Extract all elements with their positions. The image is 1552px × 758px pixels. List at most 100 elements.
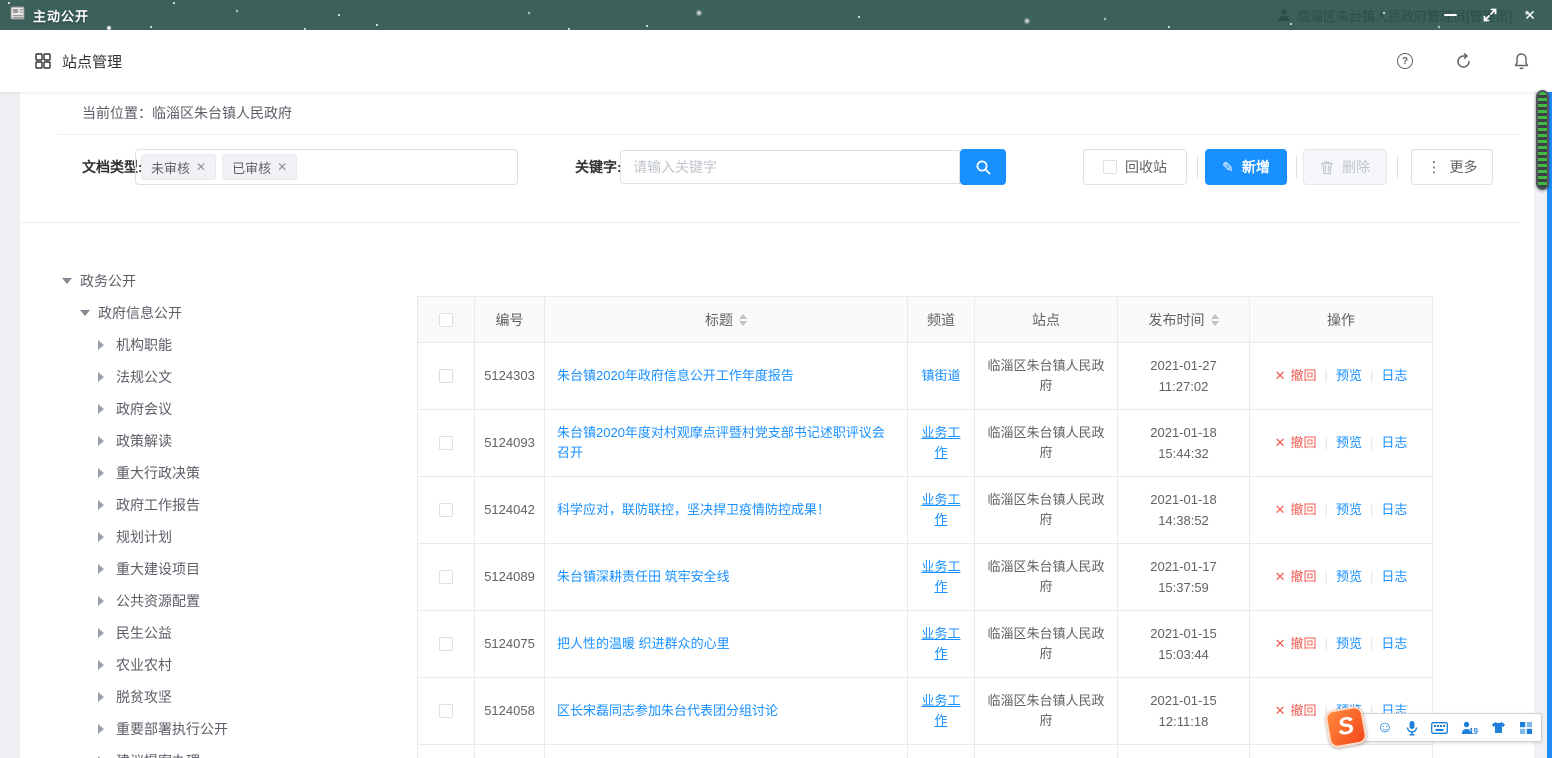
recycle-checkbox[interactable]	[1103, 160, 1117, 174]
delete-button[interactable]: 删除	[1303, 149, 1387, 185]
caret-down-icon[interactable]	[80, 310, 98, 316]
preview-action[interactable]: 预览	[1336, 634, 1362, 654]
log-action[interactable]: 日志	[1381, 500, 1407, 520]
log-action[interactable]: 日志	[1381, 634, 1407, 654]
more-label: 更多	[1450, 157, 1478, 177]
row-checkbox[interactable]	[439, 637, 453, 651]
tree-item-农业农村[interactable]: 农业农村	[62, 649, 402, 681]
doc-title-link[interactable]: 朱台镇深耕责任田 筑牢安全线	[557, 567, 730, 587]
doc-title-link[interactable]: 朱台镇2020年政府信息公开工作年度报告	[557, 366, 794, 386]
help-icon[interactable]: ?	[1396, 52, 1414, 70]
ime-keyboard-icon[interactable]	[1431, 718, 1448, 738]
ime-emoji-icon[interactable]: ☺	[1377, 718, 1393, 738]
caret-right-icon[interactable]	[98, 340, 116, 350]
caret-right-icon[interactable]	[98, 660, 116, 670]
tree-item-机构职能[interactable]: 机构职能	[62, 329, 402, 361]
recall-action[interactable]: ✕撤回	[1275, 567, 1317, 587]
tree-item-重大行政决策[interactable]: 重大行政决策	[62, 457, 402, 489]
caret-right-icon[interactable]	[98, 468, 116, 478]
caret-right-icon[interactable]	[98, 500, 116, 510]
close-button[interactable]: ✕	[1522, 7, 1538, 23]
ime-voice-icon[interactable]	[1406, 718, 1418, 738]
caret-right-icon[interactable]	[98, 404, 116, 414]
sort-icon[interactable]	[1211, 314, 1219, 326]
recall-action[interactable]: ✕撤回	[1275, 500, 1317, 520]
log-action[interactable]: 日志	[1381, 433, 1407, 453]
tree-item-建议提案办理[interactable]: 建议提案办理	[62, 745, 402, 758]
caret-right-icon[interactable]	[98, 724, 116, 734]
ime-account-icon[interactable]: 19	[1461, 718, 1478, 738]
doc-title-link[interactable]: 区长宋磊同志参加朱台代表团分组讨论	[557, 701, 778, 721]
row-checkbox[interactable]	[439, 503, 453, 517]
recall-action[interactable]: ✕撤回	[1275, 366, 1317, 386]
action-separator: |	[1370, 567, 1373, 587]
channel-link[interactable]: 业务工作	[916, 423, 966, 463]
log-action[interactable]: 日志	[1381, 366, 1407, 386]
more-button[interactable]: ⋮ 更多	[1411, 149, 1493, 185]
caret-right-icon[interactable]	[98, 596, 116, 606]
sogou-logo-icon[interactable]: S	[1324, 705, 1368, 749]
tree-item-政务公开[interactable]: 政务公开	[62, 265, 402, 297]
refresh-icon[interactable]	[1454, 52, 1472, 70]
recall-action[interactable]: ✕撤回	[1275, 634, 1317, 654]
row-checkbox[interactable]	[439, 436, 453, 450]
search-button[interactable]	[960, 149, 1006, 185]
tree-item-重要部署执行公开[interactable]: 重要部署执行公开	[62, 713, 402, 745]
recall-action[interactable]: ✕撤回	[1275, 701, 1317, 721]
doc-title-link[interactable]: 把人性的温暖 织进群众的心里	[557, 634, 730, 654]
tree-item-政府会议[interactable]: 政府会议	[62, 393, 402, 425]
page-scrollbar[interactable]	[1547, 88, 1552, 758]
tree-item-政府工作报告[interactable]: 政府工作报告	[62, 489, 402, 521]
caret-down-icon[interactable]	[62, 278, 80, 284]
notification-bell-icon[interactable]	[1512, 52, 1530, 70]
scrollbar-thumb[interactable]	[1536, 90, 1549, 190]
channel-link[interactable]: 镇街道	[921, 366, 960, 386]
recall-action[interactable]: ✕撤回	[1275, 433, 1317, 453]
channel-link[interactable]: 业务工作	[916, 557, 966, 597]
tree-item-规划计划[interactable]: 规划计划	[62, 521, 402, 553]
row-checkbox[interactable]	[439, 704, 453, 718]
select-all-checkbox[interactable]	[439, 313, 453, 327]
row-checkbox[interactable]	[439, 369, 453, 383]
minimize-button[interactable]	[1442, 7, 1458, 23]
preview-action[interactable]: 预览	[1336, 433, 1362, 453]
ime-skin-icon[interactable]	[1491, 718, 1506, 738]
caret-right-icon[interactable]	[98, 692, 116, 702]
scrollbar-track[interactable]	[1534, 92, 1548, 758]
doc-type-tag[interactable]: 未审核✕	[141, 154, 216, 180]
preview-action[interactable]: 预览	[1336, 567, 1362, 587]
caret-right-icon[interactable]	[98, 628, 116, 638]
log-action[interactable]: 日志	[1381, 567, 1407, 587]
tag-remove-icon[interactable]: ✕	[196, 161, 206, 173]
doc-title-link[interactable]: 科学应对，联防联控，坚决捍卫疫情防控成果！	[557, 500, 830, 520]
doc-type-tag[interactable]: 已审核✕	[222, 154, 297, 180]
caret-right-icon[interactable]	[98, 564, 116, 574]
maximize-button[interactable]	[1482, 7, 1498, 23]
doc-title-link[interactable]: 朱台镇2020年度对村观摩点评暨村党支部书记述职评议会召开	[557, 423, 895, 463]
row-checkbox[interactable]	[439, 570, 453, 584]
channel-link[interactable]: 业务工作	[916, 624, 966, 664]
recycle-bin-button[interactable]: 回收站	[1083, 149, 1187, 185]
tree-item-公共资源配置[interactable]: 公共资源配置	[62, 585, 402, 617]
caret-right-icon[interactable]	[98, 372, 116, 382]
ime-toolbox-icon[interactable]	[1519, 718, 1533, 738]
doc-type-select[interactable]: 未审核✕已审核✕	[135, 149, 518, 185]
tree-item-脱贫攻坚[interactable]: 脱贫攻坚	[62, 681, 402, 713]
channel-link[interactable]: 业务工作	[916, 691, 966, 731]
tree-item-政策解读[interactable]: 政策解读	[62, 425, 402, 457]
preview-action[interactable]: 预览	[1336, 366, 1362, 386]
caret-right-icon[interactable]	[98, 532, 116, 542]
tree-item-政府信息公开[interactable]: 政府信息公开	[62, 297, 402, 329]
keyword-input[interactable]	[620, 150, 960, 184]
app-icon	[10, 6, 26, 24]
caret-right-icon[interactable]	[98, 436, 116, 446]
sort-icon[interactable]	[739, 314, 747, 326]
modules-grid-icon[interactable]	[34, 52, 52, 70]
add-button[interactable]: ✎ 新增	[1205, 149, 1287, 185]
channel-link[interactable]: 业务工作	[916, 490, 966, 530]
tag-remove-icon[interactable]: ✕	[277, 161, 287, 173]
tree-item-法规公文[interactable]: 法规公文	[62, 361, 402, 393]
preview-action[interactable]: 预览	[1336, 500, 1362, 520]
tree-item-民生公益[interactable]: 民生公益	[62, 617, 402, 649]
tree-item-重大建设项目[interactable]: 重大建设项目	[62, 553, 402, 585]
